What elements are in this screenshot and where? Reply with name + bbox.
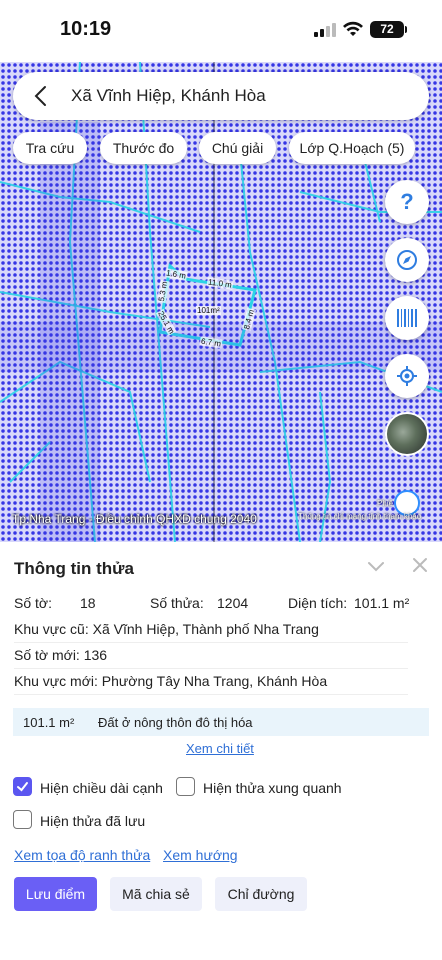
chip-lop-quy-hoach[interactable]: Lớp Q.Hoạch (5)	[289, 132, 415, 164]
parcel-number-value: 1204	[217, 595, 249, 611]
sheet-number-label: Số tờ:	[14, 595, 52, 611]
location-title[interactable]: Xã Vĩnh Hiệp, Khánh Hòa	[71, 86, 266, 106]
saved-parcels-label[interactable]: Hiện thửa đã lưu	[40, 813, 145, 829]
neighbors-checkbox[interactable]	[176, 777, 195, 796]
compass-icon	[397, 250, 417, 270]
map-attribution: Thông tin chỉ mang tính tham khảo	[298, 512, 422, 521]
panel-title: Thông tin thửa	[14, 559, 134, 578]
neighbors-label[interactable]: Hiện thửa xung quanh	[203, 780, 342, 796]
back-arrow-icon[interactable]	[31, 85, 51, 107]
wifi-icon	[343, 21, 363, 36]
saved-parcels-checkbox[interactable]	[13, 810, 32, 829]
chip-tra-cuu[interactable]: Tra cứu	[13, 132, 87, 164]
area-label: Diện tích:	[288, 595, 348, 611]
divider	[14, 642, 408, 643]
map-plan-caption: Tp.Nha Trang - Điều chỉnh QHXD chung 204…	[12, 512, 257, 526]
edge-length-checkbox[interactable]	[13, 777, 32, 796]
new-sheet-number: Số tờ mới: 136	[14, 647, 108, 663]
old-region: Khu vực cũ: Xã Vĩnh Hiệp, Thành phố Nha …	[14, 621, 319, 637]
area-value: 101.1 m²	[354, 595, 410, 611]
land-use-row: 101.1 m² Đất ở nông thôn đô thị hóa	[13, 708, 429, 736]
view-details-link[interactable]: Xem chi tiết	[186, 741, 254, 756]
parcel-area-label: 101m²	[196, 306, 221, 315]
locate-icon	[397, 366, 417, 386]
checkmark-icon	[17, 782, 28, 792]
battery-indicator: 72	[370, 21, 404, 38]
barcode-icon	[397, 309, 417, 327]
divider	[14, 694, 408, 695]
new-region: Khu vực mới: Phường Tây Nha Trang, Khánh…	[14, 673, 328, 689]
parcel-info-panel: Thông tin thửa Số tờ: 18 Số thửa: 1204 D…	[0, 542, 442, 960]
share-code-button[interactable]: Mã chia sẻ	[110, 877, 202, 911]
sheet-number-value: 18	[80, 595, 96, 611]
view-direction-link[interactable]: Xem hướng	[163, 847, 238, 863]
status-time: 10:19	[60, 18, 112, 40]
barcode-button[interactable]	[385, 296, 429, 340]
my-location-button[interactable]	[385, 354, 429, 398]
land-use-area: 101.1 m²	[23, 715, 75, 730]
save-point-button[interactable]: Lưu điểm	[14, 877, 97, 911]
land-use-type: Đất ở nông thôn đô thị hóa	[98, 715, 253, 730]
divider	[14, 668, 408, 669]
satellite-layer-button[interactable]	[385, 412, 429, 456]
edge-length-label[interactable]: Hiện chiều dài cạnh	[40, 780, 163, 796]
help-icon: ?	[400, 189, 414, 214]
search-bar[interactable]: Xã Vĩnh Hiệp, Khánh Hòa	[13, 72, 429, 120]
chevron-down-icon[interactable]	[366, 558, 386, 574]
view-coordinates-link[interactable]: Xem tọa độ ranh thửa	[14, 847, 150, 863]
map-view[interactable]: 1.6 m 11.0 m 5.3 m 101m² 25.1 m 8.4 m 6.…	[0, 62, 442, 542]
chip-chu-giai[interactable]: Chú giải	[199, 132, 276, 164]
close-icon[interactable]	[411, 556, 429, 574]
battery-tip	[405, 26, 407, 33]
chip-thuoc-do[interactable]: Thước đo	[100, 132, 187, 164]
help-button[interactable]: ?	[385, 180, 429, 224]
directions-button[interactable]: Chỉ đường	[215, 877, 307, 911]
compass-button[interactable]	[385, 238, 429, 282]
cellular-signal-icon	[314, 23, 336, 37]
status-bar: 10:19 72	[0, 0, 442, 62]
parcel-number-label: Số thửa:	[150, 595, 204, 611]
